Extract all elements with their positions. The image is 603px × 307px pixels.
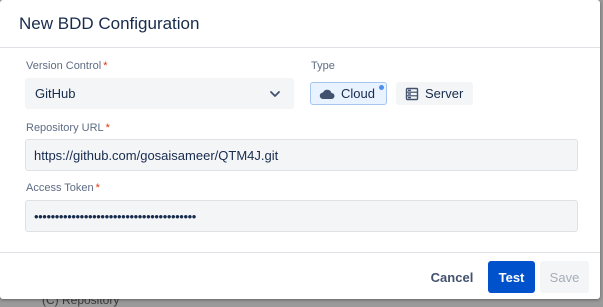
save-button[interactable]: Save [540, 261, 589, 293]
type-cloud-label: Cloud [341, 86, 375, 101]
required-mark: * [103, 60, 108, 72]
repository-url-label: Repository URL * [26, 122, 110, 134]
test-button[interactable]: Test [488, 261, 535, 293]
dialog-body: Version Control * GitHub Type Cloud Serv… [0, 48, 600, 253]
version-control-select[interactable]: GitHub [25, 78, 294, 109]
required-mark: * [105, 122, 110, 134]
required-mark: * [95, 182, 100, 194]
bdd-configuration-dialog: New BDD Configuration Version Control * G… [0, 0, 600, 299]
type-label: Type [311, 60, 335, 72]
type-server-button[interactable]: Server [396, 82, 473, 105]
dialog-header: New BDD Configuration [0, 0, 600, 48]
type-cloud-button[interactable]: Cloud [310, 82, 387, 105]
version-control-label: Version Control * [26, 60, 108, 72]
access-token-input[interactable]: ••••••••••••••••••••••••••••••••••••••• [25, 200, 578, 232]
dialog-footer: Cancel Test Save [0, 253, 600, 299]
type-server-label: Server [425, 86, 464, 101]
dialog-title: New BDD Configuration [19, 13, 200, 33]
access-token-value: ••••••••••••••••••••••••••••••••••••••• [34, 208, 196, 224]
access-token-label: Access Token * [26, 182, 100, 194]
chevron-down-icon [270, 90, 280, 97]
server-icon [405, 87, 419, 100]
repository-url-value: https://github.com/gosaisameer/QTM4J.git [34, 147, 279, 163]
cancel-button[interactable]: Cancel [426, 261, 478, 293]
cloud-icon [319, 89, 335, 99]
repository-url-input[interactable]: https://github.com/gosaisameer/QTM4J.git [25, 139, 578, 171]
version-control-value: GitHub [35, 86, 76, 101]
selected-indicator [379, 85, 384, 90]
